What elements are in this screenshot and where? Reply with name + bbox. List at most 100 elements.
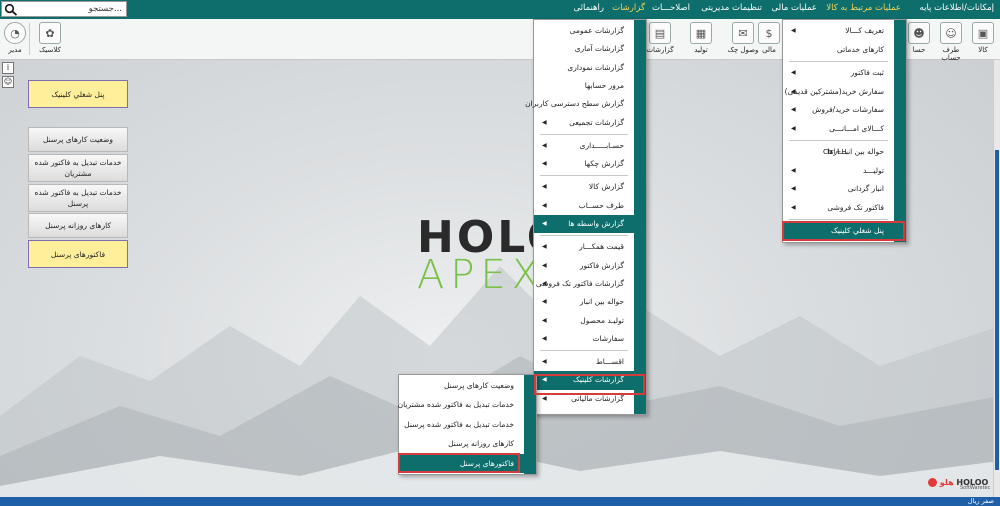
clinic-submenu-item[interactable]: خدمات تبدیل به فاکتور شده پرسنل <box>399 415 524 434</box>
toolbar-goods-button[interactable]: ▣ کالا <box>970 22 996 54</box>
toolbar-account-button[interactable]: ☻ حسا <box>906 22 932 54</box>
apex-logo: APEX <box>417 252 546 298</box>
clinic-panel-button[interactable]: پنل شغلي کلینیک <box>28 80 128 108</box>
menu-item-label: طرف حســاب <box>578 200 624 210</box>
menu-item-label: کارهای روزانه پرسنل <box>448 439 514 449</box>
menu-stripe <box>894 20 906 242</box>
gauge-icon: ◔ <box>4 22 26 44</box>
staff-invoiced-services-button[interactable]: خدمات تبدیل به فاکتور شده پرسنل <box>28 184 128 212</box>
toolbar-reports-button[interactable]: ▤ گزارشات <box>642 22 678 54</box>
menu-goods-operations[interactable]: عملیات مرتبط به کالا <box>826 3 901 13</box>
submenu-arrow-icon: ◀ <box>542 141 547 149</box>
reports-menu-item[interactable]: حسـابـــــداری ◀ <box>534 137 634 155</box>
menu-item-label: وضعیت کارهای پرسنل <box>443 381 514 390</box>
reports-menu-item[interactable]: حواله بین انبار ◀ <box>534 293 634 311</box>
submenu-arrow-icon: ◀ <box>542 358 547 366</box>
toolbar-finance-button[interactable]: $ مالی <box>758 22 780 54</box>
submenu-arrow-icon: ◀ <box>542 243 547 251</box>
menu-item-label: گزارش کالا <box>588 182 624 192</box>
goods-menu-item[interactable]: سفارشات خرید/فروش ◀ <box>783 101 894 120</box>
info-icon[interactable]: i <box>2 62 14 74</box>
reports-menu-item[interactable]: طرف حســاب ◀ <box>534 197 634 215</box>
submenu-arrow-icon: ◀ <box>542 183 547 191</box>
scrollbar-thumb[interactable] <box>995 150 999 470</box>
submenu-arrow-icon: ◀ <box>542 160 547 168</box>
submenu-arrow-icon: ◀ <box>542 118 547 126</box>
menu-help[interactable]: راهنمائی <box>574 3 604 13</box>
reports-menu-item[interactable]: سفارشات ◀ <box>534 330 634 348</box>
toolbar-cheque-button[interactable]: ✉ وصول چک <box>726 22 760 54</box>
toolbar-production-button[interactable]: ▦ تولید <box>686 22 716 54</box>
menu-item-label: مرور حسابها <box>584 80 624 90</box>
reports-menu-item[interactable]: اقســـاط ◀ <box>534 353 634 371</box>
right-scrollbar[interactable] <box>993 60 1000 500</box>
brand-fa-name: هلو <box>939 478 954 487</box>
goods-menu-item[interactable]: تولیـــد ◀ <box>783 162 894 181</box>
goods-menu-item[interactable]: فاکتور تک فروشی ◀ <box>783 199 894 218</box>
highlight-clinic-reports <box>534 374 645 395</box>
reports-menu-item[interactable]: گزارشات آماری <box>534 40 634 58</box>
menu-item-label: تولیـد محصول <box>580 315 624 325</box>
reports-menu-item[interactable]: تولیـد محصول ◀ <box>534 312 634 330</box>
clinic-submenu-item[interactable]: کارهای روزانه پرسنل <box>399 434 524 453</box>
staff-invoices-button[interactable]: فاکتورهای پرسنل <box>28 240 128 268</box>
clinic-submenu-item[interactable]: خدمات تبدیل به فاکتور شده مشتریان <box>397 395 524 414</box>
toolbar-manager-button[interactable]: ◔ مدیر <box>4 22 26 54</box>
reports-menu-item[interactable]: گزارشات نموداری <box>534 59 634 77</box>
goods-menu-item[interactable]: کارهای خدماتی <box>783 41 894 60</box>
menu-item-label: گزارش چکها <box>584 159 624 169</box>
menu-item-label: گزارشات عمومی <box>569 26 624 35</box>
menu-item-label: فاکتور تک فروشی <box>827 202 884 212</box>
clinic-submenu-item[interactable]: وضعیت کارهای پرسنل <box>399 376 524 395</box>
factory-icon: ▦ <box>690 22 712 44</box>
goods-menu-item[interactable]: کـــالای امـــانـــی ◀ <box>783 120 894 139</box>
menu-item-label: کـــالای امـــانـــی <box>829 123 884 133</box>
goods-menu-item[interactable]: ثبت فاکتور ◀ <box>783 64 894 83</box>
submenu-arrow-icon: ◀ <box>542 201 547 209</box>
menu-management-settings[interactable]: تنظیمات مدیریتی <box>701 3 762 13</box>
search-input[interactable]: جستجو... <box>1 1 127 17</box>
person-icon: ☺ <box>940 22 962 44</box>
menu-base-info[interactable]: إمکانات/اطلاعات پایه <box>920 3 994 13</box>
goods-menu-item[interactable]: حواله بین انبـــارها Ctrl+H <box>783 143 894 162</box>
menu-reports[interactable]: گزارشات <box>612 3 645 13</box>
menu-item-label: انبار گردانی <box>847 184 884 193</box>
toolbar-separator <box>29 23 30 55</box>
main-menubar: إمکانات/اطلاعات پایه عملیات مرتبط به کال… <box>0 0 1000 19</box>
reports-menu-item[interactable]: گزارشات فاکتور تک فروشی ◀ <box>534 275 634 293</box>
goods-menu-item[interactable]: سفارش خرید(مشترکین قدیمی) ◀ <box>783 83 894 102</box>
user-icon[interactable]: ☺ <box>2 76 14 88</box>
reports-menu-item[interactable]: گزارش کالا ◀ <box>534 178 634 196</box>
reports-menu-item[interactable]: گزارش فاکتور ◀ <box>534 257 634 275</box>
menu-item-label: خدمات تبدیل به فاکتور شده مشتریان <box>397 400 514 410</box>
reports-menu-item[interactable]: گزارشات تجمیعی ◀ <box>534 114 634 132</box>
reports-menu-item[interactable]: گزارشات عمومی <box>534 22 634 40</box>
search-icon[interactable] <box>4 3 18 16</box>
menu-item-label: خدمات تبدیل به فاکتور شده پرسنل <box>404 419 514 429</box>
envelope-icon: ✉ <box>732 22 754 44</box>
reports-menu-item[interactable]: گزارش واسطه ها ◀ <box>534 215 634 234</box>
reports-menu-item[interactable]: گزارش سطح دسترسی کاربران <box>525 95 634 113</box>
staff-daily-work-button[interactable]: کارهای روزانه پرسنل <box>28 213 128 238</box>
staff-work-status-button[interactable]: وضعیت کارهای پرسنل <box>28 127 128 152</box>
toolbar-party-button[interactable]: ☺ طرف حساب <box>934 22 968 62</box>
menu-item-label: گزارش سطح دسترسی کاربران <box>525 99 624 109</box>
menu-corrections[interactable]: اصلاحـــات <box>652 3 690 13</box>
submenu-arrow-icon: ◀ <box>791 203 796 211</box>
menu-separator <box>789 61 888 62</box>
submenu-arrow-icon: ◀ <box>542 316 547 324</box>
menu-item-label: کارهای خدماتی <box>836 44 884 54</box>
menu-shortcut: Ctrl+H <box>823 148 847 156</box>
customer-invoiced-services-button[interactable]: خدمات تبدیل به فاکتور شده مشتریان <box>28 154 128 182</box>
toolbar-classic-button[interactable]: ✿ کلاسیک <box>34 22 66 54</box>
goods-menu-item[interactable]: تعریف کـــالا ◀ <box>783 22 894 41</box>
reports-menu-item[interactable]: قیمت همکـــار ◀ <box>534 238 634 256</box>
reports-menu-item[interactable]: مرور حسابها <box>534 77 634 95</box>
reports-menu-item[interactable]: گزارش چکها ◀ <box>534 155 634 173</box>
menu-financial-operations[interactable]: عملیات مالی <box>772 3 817 13</box>
goods-menu-item[interactable]: انبار گردانی ◀ <box>783 180 894 199</box>
menu-item-label: تعریف کـــالا <box>845 26 884 35</box>
menu-separator <box>540 133 628 135</box>
menu-separator <box>789 140 888 141</box>
brand-dot-icon <box>928 478 937 487</box>
